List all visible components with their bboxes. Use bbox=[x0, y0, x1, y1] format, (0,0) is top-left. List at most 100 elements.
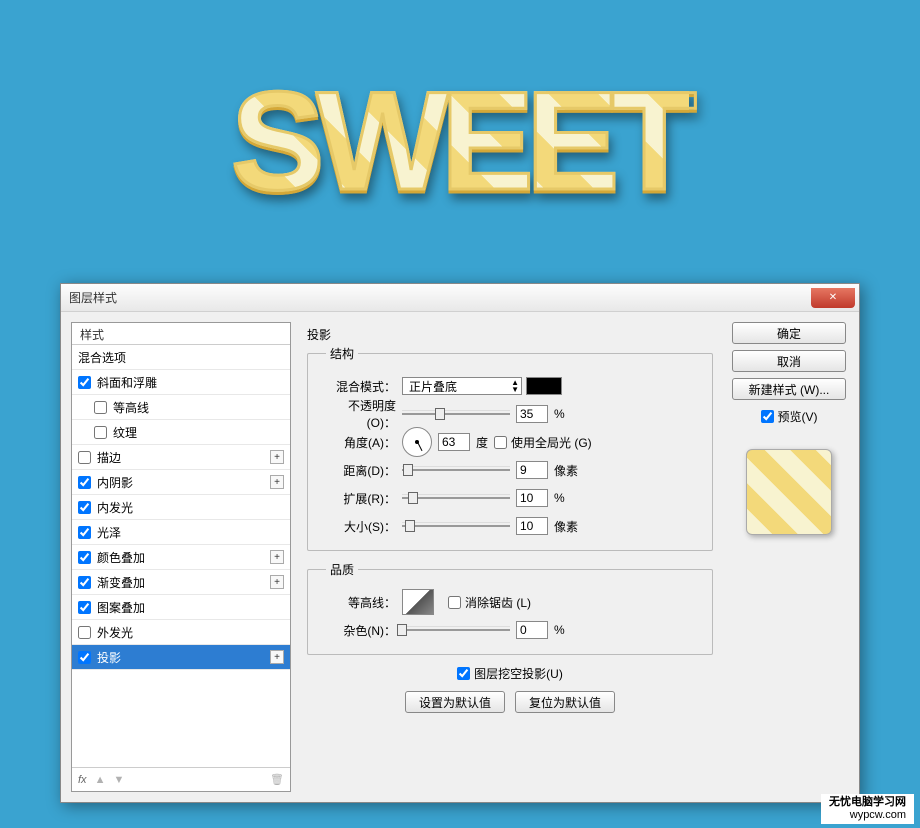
style-item[interactable]: 投影+ bbox=[72, 645, 290, 670]
cancel-button[interactable]: 取消 bbox=[732, 350, 846, 372]
spread-slider[interactable] bbox=[402, 490, 510, 506]
trash-icon[interactable]: 🗑 bbox=[270, 773, 284, 786]
size-row: 大小(S)： 像素 bbox=[320, 512, 702, 540]
angle-dial[interactable] bbox=[402, 427, 432, 457]
style-item[interactable]: 图案叠加 bbox=[72, 595, 290, 620]
styles-header: 样式 bbox=[72, 323, 290, 345]
default-buttons-row: 设置为默认值 复位为默认值 bbox=[307, 691, 713, 713]
close-button[interactable]: ✕ bbox=[811, 288, 855, 308]
noise-row: 杂色(N)： % bbox=[320, 616, 702, 644]
style-label: 内发光 bbox=[97, 499, 133, 516]
antialias-label: 消除锯齿 (L) bbox=[465, 594, 531, 611]
style-label: 颜色叠加 bbox=[97, 549, 145, 566]
opacity-slider[interactable] bbox=[402, 406, 510, 422]
style-label: 图案叠加 bbox=[97, 599, 145, 616]
style-item[interactable]: 颜色叠加 + bbox=[72, 545, 290, 570]
style-item[interactable]: 光泽 bbox=[72, 520, 290, 545]
knockout-checkbox[interactable]: 图层挖空投影(U) bbox=[457, 665, 563, 682]
noise-input[interactable] bbox=[516, 621, 548, 639]
preview-checkbox[interactable]: 预览(V) bbox=[761, 408, 818, 425]
style-checkbox[interactable] bbox=[78, 576, 91, 589]
dialog-titlebar[interactable]: 图层样式 ✕ bbox=[61, 284, 859, 312]
style-checkbox[interactable] bbox=[94, 426, 107, 439]
style-checkbox[interactable] bbox=[78, 476, 91, 489]
style-item[interactable]: 内阴影+ bbox=[72, 470, 290, 495]
style-checkbox[interactable] bbox=[78, 551, 91, 564]
noise-unit: % bbox=[554, 623, 565, 637]
spread-label: 扩展(R)： bbox=[320, 490, 396, 507]
plus-icon[interactable]: + bbox=[270, 475, 284, 489]
ok-button[interactable]: 确定 bbox=[732, 322, 846, 344]
distance-label: 距离(D)： bbox=[320, 462, 396, 479]
noise-label: 杂色(N)： bbox=[320, 622, 396, 639]
size-slider[interactable] bbox=[402, 518, 510, 534]
style-checkbox[interactable] bbox=[78, 501, 91, 514]
watermark: 无忧电脑学习网 wypcw.com bbox=[821, 794, 914, 824]
blend-mode-select[interactable]: 正片叠底 ▲▼ bbox=[402, 377, 522, 395]
select-arrows-icon: ▲▼ bbox=[511, 379, 519, 393]
style-checkbox[interactable] bbox=[78, 601, 91, 614]
style-checkbox[interactable] bbox=[78, 376, 91, 389]
plus-icon[interactable]: + bbox=[270, 550, 284, 564]
angle-label: 角度(A)： bbox=[320, 434, 396, 451]
opacity-input[interactable] bbox=[516, 405, 548, 423]
global-light-checkbox[interactable]: 使用全局光 (G) bbox=[494, 434, 592, 451]
arrow-down-icon[interactable]: ▼ bbox=[113, 774, 124, 786]
style-checkbox[interactable] bbox=[78, 651, 91, 664]
style-label: 外发光 bbox=[97, 624, 133, 641]
blend-mode-row: 混合模式： 正片叠底 ▲▼ bbox=[320, 372, 702, 400]
style-item[interactable]: 纹理 bbox=[72, 420, 290, 445]
noise-slider[interactable] bbox=[402, 622, 510, 638]
style-item[interactable]: 混合选项 bbox=[72, 345, 290, 370]
new-style-button[interactable]: 新建样式 (W)... bbox=[732, 378, 846, 400]
size-input[interactable] bbox=[516, 517, 548, 535]
style-item[interactable]: 描边 + bbox=[72, 445, 290, 470]
style-item[interactable]: 斜面和浮雕 bbox=[72, 370, 290, 395]
angle-input[interactable] bbox=[438, 433, 470, 451]
distance-row: 距离(D)： 像素 bbox=[320, 456, 702, 484]
style-item[interactable]: 外发光 bbox=[72, 620, 290, 645]
reset-default-button[interactable]: 复位为默认值 bbox=[515, 691, 615, 713]
contour-picker[interactable] bbox=[402, 589, 434, 615]
quality-fieldset: 品质 等高线： 消除锯齿 (L) 杂色(N)： % bbox=[307, 561, 713, 655]
distance-input[interactable] bbox=[516, 461, 548, 479]
dialog-title: 图层样式 bbox=[69, 289, 117, 306]
watermark-line1: 无忧电脑学习网 bbox=[829, 796, 906, 809]
style-checkbox[interactable] bbox=[94, 401, 107, 414]
plus-icon[interactable]: + bbox=[270, 450, 284, 464]
section-title: 投影 bbox=[307, 326, 713, 343]
distance-unit: 像素 bbox=[554, 462, 578, 479]
plus-icon[interactable]: + bbox=[270, 650, 284, 664]
style-label: 渐变叠加 bbox=[97, 574, 145, 591]
spread-unit: % bbox=[554, 491, 565, 505]
arrow-up-icon[interactable]: ▲ bbox=[95, 774, 106, 786]
style-checkbox[interactable] bbox=[78, 626, 91, 639]
global-light-label: 使用全局光 (G) bbox=[511, 434, 592, 451]
knockout-input[interactable] bbox=[457, 667, 470, 680]
size-label: 大小(S)： bbox=[320, 518, 396, 535]
antialias-checkbox[interactable]: 消除锯齿 (L) bbox=[448, 594, 531, 611]
plus-icon[interactable]: + bbox=[270, 575, 284, 589]
spread-row: 扩展(R)： % bbox=[320, 484, 702, 512]
style-label: 纹理 bbox=[113, 424, 137, 441]
style-checkbox[interactable] bbox=[78, 451, 91, 464]
layer-style-dialog: 图层样式 ✕ 样式 混合选项斜面和浮雕等高线纹理描边+内阴影+内发光光泽颜色叠加… bbox=[60, 283, 860, 803]
style-item[interactable]: 等高线 bbox=[72, 395, 290, 420]
style-label: 描边 bbox=[97, 449, 121, 466]
opacity-label: 不透明度(O)： bbox=[320, 397, 396, 431]
style-checkbox[interactable] bbox=[78, 526, 91, 539]
style-item[interactable]: 渐变叠加 + bbox=[72, 570, 290, 595]
set-default-button[interactable]: 设置为默认值 bbox=[405, 691, 505, 713]
preview-input[interactable] bbox=[761, 410, 774, 423]
distance-slider[interactable] bbox=[402, 462, 510, 478]
knockout-label: 图层挖空投影(U) bbox=[474, 665, 563, 682]
close-icon: ✕ bbox=[829, 292, 837, 303]
blend-mode-value: 正片叠底 bbox=[409, 378, 457, 395]
global-light-input[interactable] bbox=[494, 436, 507, 449]
spread-input[interactable] bbox=[516, 489, 548, 507]
color-swatch[interactable] bbox=[526, 377, 562, 395]
style-item[interactable]: 内发光 bbox=[72, 495, 290, 520]
antialias-input[interactable] bbox=[448, 596, 461, 609]
structure-fieldset: 结构 混合模式： 正片叠底 ▲▼ 不透明度(O)： bbox=[307, 345, 713, 551]
structure-legend: 结构 bbox=[326, 345, 358, 362]
